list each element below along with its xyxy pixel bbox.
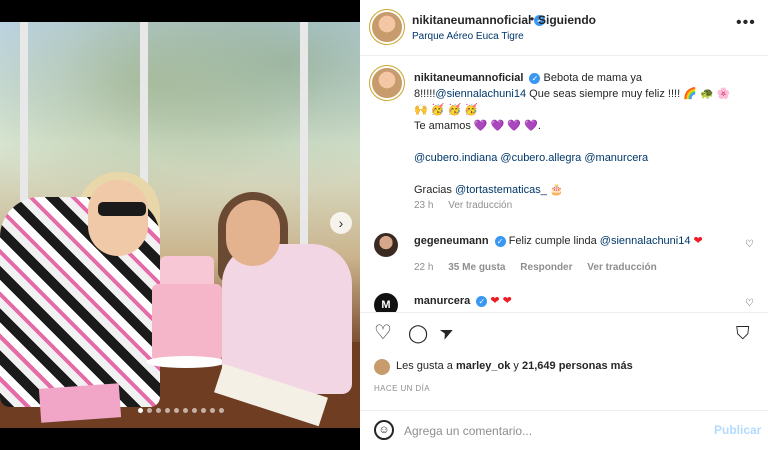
more-options-icon[interactable]: •••: [736, 14, 756, 32]
author-username-text[interactable]: nikitaneumannoficial: [412, 13, 531, 27]
share-send-icon[interactable]: ➤: [436, 321, 457, 345]
photo-cake: [152, 284, 222, 362]
verified-badge-icon: ✓: [529, 72, 541, 84]
comment-like-heart-icon[interactable]: ♡: [745, 298, 754, 309]
comment-likes-count[interactable]: 35 Me gusta: [448, 262, 505, 273]
comment-text: gegeneumann ✓ Feliz cumple linda @sienna…: [414, 234, 703, 247]
emoji-picker-icon[interactable]: ☺: [374, 420, 394, 440]
post-location-link[interactable]: Parque Aéreo Euca Tigre: [412, 31, 524, 42]
photo-sunglasses: [98, 202, 146, 216]
like-heart-icon[interactable]: ♡: [374, 323, 392, 343]
carousel-dot: [219, 408, 224, 413]
comment-bubble-icon[interactable]: ◯: [408, 323, 428, 343]
caption-thanks-prefix: Gracias: [414, 184, 455, 196]
caption-mention-tortas[interactable]: @tortastematicas_: [455, 184, 547, 196]
chevron-right-icon: ›: [338, 215, 344, 231]
carousel-dot: [174, 408, 179, 413]
carousel-indicator: [138, 408, 224, 414]
likes-text: Les gusta a marley_ok y 21,649 personas …: [396, 360, 633, 372]
photo-napkin: [38, 383, 122, 423]
caption-author-avatar[interactable]: [372, 68, 402, 98]
carousel-dot: [165, 408, 170, 413]
comment-like-heart-icon[interactable]: ♡: [745, 239, 754, 250]
post-photo[interactable]: ›: [0, 22, 360, 428]
publish-button[interactable]: Publicar: [714, 423, 761, 437]
verified-badge-icon: ✓: [494, 235, 506, 247]
save-bookmark-icon[interactable]: ⛉: [736, 323, 750, 343]
author-avatar[interactable]: [372, 12, 402, 42]
post-header: nikitaneumannoficial ✓ • Siguiendo Parque…: [360, 0, 768, 56]
comment-reply-button[interactable]: Responder: [520, 262, 572, 273]
caption-author-username[interactable]: nikitaneumannoficial: [414, 72, 523, 84]
comment-translate-link[interactable]: Ver traducción: [587, 262, 656, 273]
commenter-avatar[interactable]: M: [374, 293, 398, 312]
caption-meta: 23 h Ver traducción: [414, 200, 524, 211]
caption-mention-indiana[interactable]: @cubero.indiana: [414, 152, 497, 164]
post-details-panel: nikitaneumannoficial ✓ • Siguiendo Parque…: [360, 0, 768, 450]
liker-username[interactable]: marley_ok: [456, 360, 510, 372]
commenter-username[interactable]: manurcera: [414, 295, 470, 307]
caption-line-3: Te amamos 💜 💜 💜 💜.: [414, 120, 541, 132]
post-actions-bar: ♡ ◯ ➤ ⛉: [360, 312, 768, 356]
comment-text: manurcera ✓ ❤ ❤: [414, 294, 512, 307]
likes-middle: y: [510, 360, 522, 372]
post-viewer: › nikitaneumannoficial ✓ • Siguiendo Parq…: [0, 0, 768, 450]
verified-badge-icon: ✓: [476, 295, 488, 307]
carousel-dot: [138, 408, 143, 413]
post-timestamp[interactable]: HACE UN DÍA: [374, 384, 430, 393]
caption-mention-sienna[interactable]: @siennalachuni14: [435, 88, 526, 100]
following-button[interactable]: Siguiendo: [538, 13, 596, 27]
header-separator: •: [530, 12, 535, 26]
comments-list[interactable]: nikitaneumannoficial ✓ Bebota de mama ya…: [360, 56, 768, 312]
carousel-dot: [210, 408, 215, 413]
photo-girl-face: [226, 200, 280, 266]
caption-line-1b: Que seas siempre muy feliz !!!! 🌈 🐢 🌸: [526, 88, 731, 100]
photo-post: [300, 22, 308, 252]
carousel-next-button[interactable]: ›: [330, 212, 352, 234]
caption-text: nikitaneumannoficial ✓ Bebota de mama ya…: [414, 70, 744, 198]
liker-avatar[interactable]: [374, 359, 390, 375]
caption-time[interactable]: 23 h: [414, 200, 433, 211]
red-heart-emoji: ❤: [690, 235, 703, 247]
author-username[interactable]: nikitaneumannoficial ✓: [412, 13, 546, 27]
comment-time[interactable]: 22 h: [414, 262, 433, 273]
caption-thanks-suffix: 🎂: [546, 184, 564, 196]
carousel-dot: [156, 408, 161, 413]
photo-cake-plate: [146, 356, 226, 368]
caption-mention-allegra[interactable]: @cubero.allegra: [500, 152, 581, 164]
caption-translate-link[interactable]: Ver traducción: [448, 200, 512, 211]
comment-input[interactable]: [404, 419, 704, 443]
caption-line-2: 🙌 🥳 🥳 🥳: [414, 104, 478, 116]
commenter-username[interactable]: gegeneumann: [414, 235, 489, 247]
caption-mention-manurcera[interactable]: @manurcera: [584, 152, 648, 164]
photo-woman-face: [88, 180, 148, 256]
commenter-avatar[interactable]: [374, 233, 398, 257]
carousel-dot: [192, 408, 197, 413]
carousel-dot: [183, 408, 188, 413]
likes-prefix: Les gusta a: [396, 360, 456, 372]
comment-meta: 22 h 35 Me gusta Responder Ver traducció…: [414, 262, 669, 273]
comment-composer: ☺ Publicar: [360, 410, 768, 450]
comment-body: ❤ ❤: [487, 295, 512, 307]
comment-mention[interactable]: @siennalachuni14: [600, 235, 691, 247]
likes-count-link[interactable]: 21,649 personas más: [522, 360, 633, 372]
carousel-dot: [201, 408, 206, 413]
carousel-dot: [147, 408, 152, 413]
comment-body-prefix: Feliz cumple linda: [505, 235, 600, 247]
